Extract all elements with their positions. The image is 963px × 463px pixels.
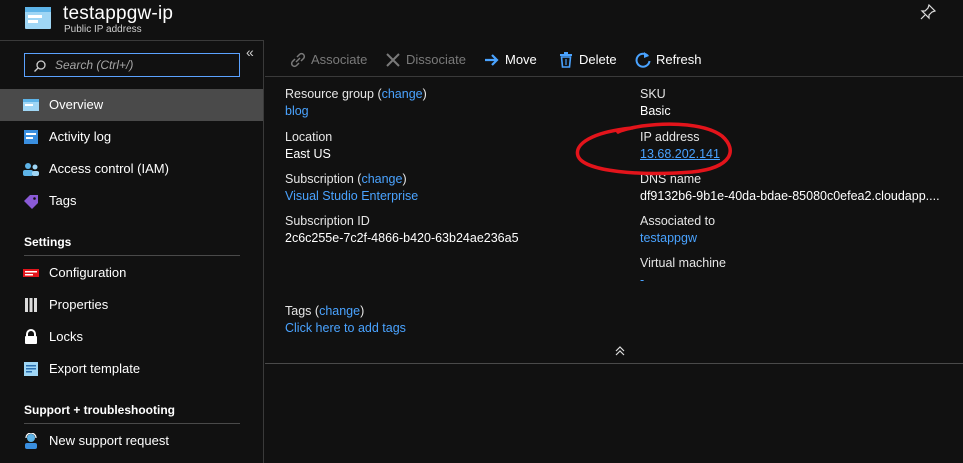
page-subtitle: Public IP address xyxy=(64,24,142,35)
associate-label: Associate xyxy=(311,52,368,67)
resource-group-link[interactable]: blog xyxy=(285,104,309,118)
ip-address-label: IP address xyxy=(640,130,700,144)
sidebar-item-activity-log[interactable]: Activity log xyxy=(0,121,263,153)
location-value: East US xyxy=(285,147,331,161)
support-icon xyxy=(25,433,37,449)
sidebar-item-new-support-request[interactable]: New support request xyxy=(0,425,263,457)
collapse-menu-icon[interactable]: « xyxy=(246,44,254,60)
associated-to-link[interactable]: testappgw xyxy=(640,231,697,245)
sidebar-item-locks[interactable]: Locks xyxy=(0,321,263,353)
arrow-right-icon xyxy=(485,54,499,66)
resource-menu: Search (Ctrl+/) « Overview Activity log … xyxy=(0,40,264,463)
sidebar-item-label: Locks xyxy=(49,329,83,344)
subscription-label: Subscription (change) xyxy=(285,172,407,186)
sidebar-item-label: Activity log xyxy=(49,129,112,144)
associated-to-label: Associated to xyxy=(640,214,716,228)
blade-header: testappgw-ip Public IP address xyxy=(0,0,963,40)
link-icon xyxy=(290,52,306,68)
sidebar-item-label: Tags xyxy=(49,193,77,208)
resource-group-label: Resource group (change) xyxy=(285,87,427,101)
move-label: Move xyxy=(505,52,537,67)
sidebar-item-export-template[interactable]: Export template xyxy=(0,353,263,385)
change-subscription-link[interactable]: change xyxy=(361,172,402,186)
pin-icon[interactable] xyxy=(920,4,936,20)
sidebar-item-access-control[interactable]: Access control (IAM) xyxy=(0,153,263,185)
export-template-icon xyxy=(24,362,38,376)
public-ip-resource-icon xyxy=(25,7,51,29)
virtual-machine-label: Virtual machine xyxy=(640,256,726,270)
location-label: Location xyxy=(285,130,333,144)
sidebar-item-overview[interactable]: Overview xyxy=(0,89,263,121)
sku-value: Basic xyxy=(640,104,671,118)
support-heading: Support + troubleshooting xyxy=(24,403,175,417)
subscription-link[interactable]: Visual Studio Enterprise xyxy=(285,189,418,203)
chevron-up-icon[interactable] xyxy=(614,345,626,357)
sidebar-item-properties[interactable]: Properties xyxy=(0,289,263,321)
users-icon xyxy=(23,163,39,176)
divider xyxy=(24,423,240,424)
refresh-icon xyxy=(635,52,651,68)
tag-icon xyxy=(24,195,38,209)
subscription-id-label: Subscription ID xyxy=(285,214,370,228)
sku-label: SKU xyxy=(640,87,666,101)
sidebar-item-label: Access control (IAM) xyxy=(49,161,169,176)
add-tags-link[interactable]: Click here to add tags xyxy=(285,321,406,335)
sidebar-item-configuration[interactable]: Configuration xyxy=(0,257,263,289)
trash-icon xyxy=(560,52,572,68)
refresh-label: Refresh xyxy=(656,52,702,67)
sidebar-item-label: Configuration xyxy=(49,265,127,280)
change-tags-link[interactable]: change xyxy=(319,304,360,318)
dns-name-value: df9132b6-9b1e-40da-bdae-85080c0efea2.clo… xyxy=(640,189,940,203)
settings-heading: Settings xyxy=(24,235,72,249)
lock-icon xyxy=(25,329,37,344)
activity-log-icon xyxy=(24,130,38,144)
page-title: testappgw-ip xyxy=(63,3,174,24)
search-input[interactable]: Search (Ctrl+/) xyxy=(24,53,240,77)
command-bar: Associate Dissociate Move Delete Refresh xyxy=(265,41,963,77)
dissociate-label: Dissociate xyxy=(406,52,466,67)
close-icon xyxy=(386,53,400,67)
configuration-icon xyxy=(23,269,39,277)
overview-icon xyxy=(23,99,39,111)
sidebar-item-tags[interactable]: Tags xyxy=(0,185,263,217)
search-icon xyxy=(34,60,46,72)
properties-icon xyxy=(25,298,37,312)
search-placeholder: Search (Ctrl+/) xyxy=(55,58,134,72)
virtual-machine-link[interactable]: - xyxy=(640,273,644,287)
subscription-id-value: 2c6c255e-7c2f-4866-b420-63b24ae236a5 xyxy=(285,231,519,245)
dns-name-label: DNS name xyxy=(640,172,702,186)
tags-label: Tags (change) xyxy=(285,304,365,318)
essentials-divider xyxy=(265,363,963,364)
sidebar-item-label: Export template xyxy=(49,361,141,376)
sidebar-item-label: Overview xyxy=(49,97,104,112)
delete-label: Delete xyxy=(579,52,617,67)
ip-address-link[interactable]: 13.68.202.141 xyxy=(640,147,720,161)
change-resource-group-link[interactable]: change xyxy=(382,87,423,101)
divider xyxy=(24,255,240,256)
sidebar-item-label: Properties xyxy=(49,297,109,312)
sidebar-item-label: New support request xyxy=(49,433,169,448)
